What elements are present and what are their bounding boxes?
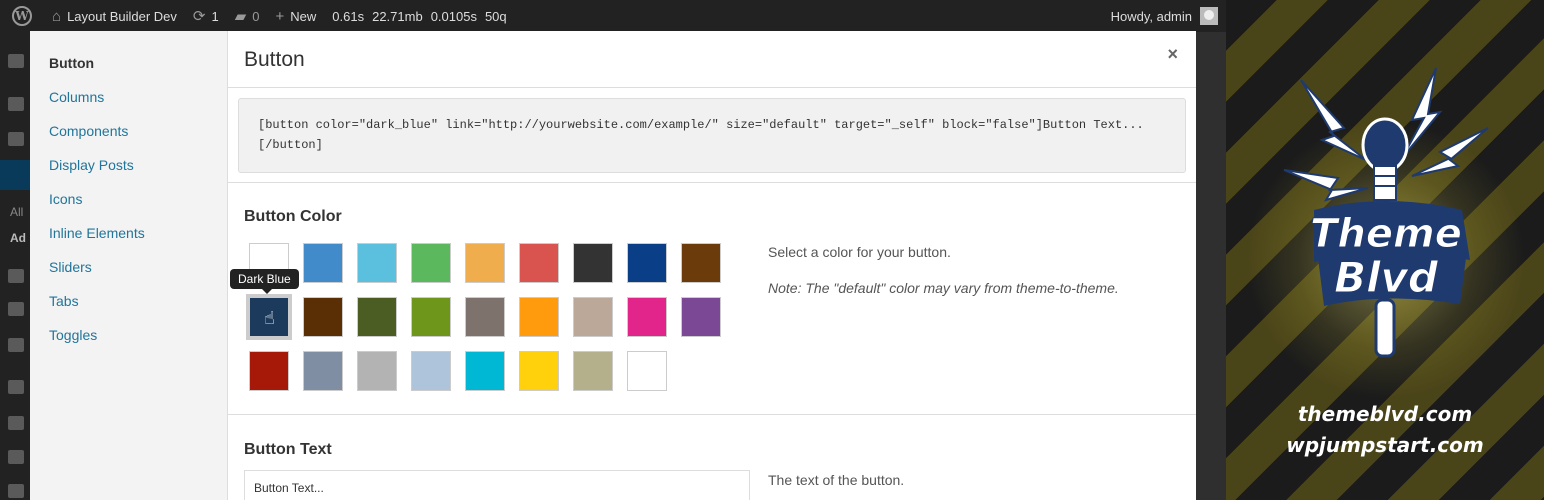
metric-load-time: 0.61s	[332, 8, 365, 24]
comments-link[interactable]: ▰ 0	[227, 0, 268, 32]
new-label: New	[290, 8, 317, 24]
admin-bar: W ⌂ Layout Builder Dev ⟳ 1 ▰ 0 + New 0.6…	[0, 0, 1226, 32]
metric-memory: 22.71mb	[372, 8, 423, 24]
color-swatch[interactable]	[573, 351, 613, 391]
color-note-text: Note: The "default" color may vary from …	[768, 280, 1119, 296]
modal-title: Button	[244, 48, 305, 71]
button-color-label: Button Color	[244, 208, 342, 225]
users-menu-icon[interactable]	[8, 450, 24, 464]
color-swatch[interactable]: Dark Blue ☝	[230, 269, 299, 340]
color-swatch[interactable]	[357, 297, 397, 337]
updates-link[interactable]: ⟳ 1	[185, 0, 227, 32]
nav-inline-elements[interactable]: Inline Elements	[30, 223, 227, 257]
color-swatch[interactable]	[627, 297, 667, 337]
color-tooltip: Dark Blue	[230, 269, 299, 294]
color-swatch[interactable]	[681, 243, 721, 283]
button-text-label: Button Text	[244, 441, 332, 458]
color-swatch[interactable]	[411, 243, 451, 283]
color-swatch[interactable]	[411, 351, 451, 391]
dashboard-icon[interactable]	[8, 54, 24, 68]
comment-icon: ▰	[234, 7, 247, 25]
color-swatch[interactable]	[303, 297, 343, 337]
button-text-section: Button Text The text of the button.	[228, 415, 1196, 500]
modal-gutter	[1196, 32, 1226, 500]
color-swatch[interactable]	[303, 351, 343, 391]
theme-blvd-banner: Theme Blvd themeblvd.com wpjumpstart.com	[1226, 0, 1544, 500]
color-swatch[interactable]	[249, 351, 289, 391]
menu-text-all[interactable]: All	[10, 205, 23, 219]
pin-icon[interactable]	[8, 97, 24, 111]
my-account-link[interactable]: Howdy, admin	[1103, 0, 1226, 32]
color-swatch[interactable]	[465, 243, 505, 283]
color-swatch[interactable]	[357, 243, 397, 283]
shortcode-preview-area: [button color="dark_blue" link="http://y…	[228, 88, 1196, 183]
color-swatch[interactable]	[627, 351, 667, 391]
text-help-text: The text of the button.	[768, 472, 905, 488]
modal-sidebar: Button Columns Components Display Posts …	[30, 31, 228, 500]
home-icon: ⌂	[52, 7, 62, 25]
refresh-icon: ⟳	[192, 7, 206, 25]
brand-site-themeblvd: themeblvd.com	[1297, 402, 1473, 426]
color-swatch[interactable]	[573, 297, 613, 337]
comments-count: 0	[252, 8, 260, 24]
avatar	[1200, 7, 1218, 25]
wordpress-icon: W	[12, 6, 32, 26]
color-swatch[interactable]	[519, 297, 559, 337]
metric-queries: 50q	[484, 8, 507, 24]
color-swatch[interactable]	[519, 243, 559, 283]
color-swatch[interactable]	[303, 243, 343, 283]
color-swatch[interactable]	[465, 297, 505, 337]
debug-metrics[interactable]: 0.61s 22.71mb 0.0105s 50q	[324, 0, 522, 32]
media-icon[interactable]	[8, 132, 24, 146]
color-swatch[interactable]	[573, 243, 613, 283]
color-swatch[interactable]	[357, 351, 397, 391]
shortcode-preview[interactable]: [button color="dark_blue" link="http://y…	[238, 98, 1186, 173]
button-color-section: Button Color Dark Blue ☝ Select a color f…	[228, 183, 1196, 415]
color-swatch[interactable]	[465, 351, 505, 391]
color-swatch[interactable]	[681, 297, 721, 337]
metric-query-time: 0.0105s	[430, 8, 477, 24]
nav-display-posts[interactable]: Display Posts	[30, 155, 227, 189]
site-name-link[interactable]: ⌂ Layout Builder Dev	[44, 0, 185, 32]
tools-icon[interactable]	[8, 484, 24, 498]
shortcode-modal: Button Columns Components Display Posts …	[30, 31, 1196, 500]
new-content-link[interactable]: + New	[268, 0, 325, 32]
nav-components[interactable]: Components	[30, 121, 227, 155]
menu-text-ad[interactable]: Ad	[10, 231, 26, 245]
nav-toggles[interactable]: Toggles	[30, 325, 227, 359]
comments-menu-icon[interactable]	[8, 269, 24, 283]
nav-icons[interactable]: Icons	[30, 189, 227, 223]
nav-sliders[interactable]: Sliders	[30, 257, 227, 291]
admin-menu: All Ad	[0, 32, 30, 500]
nav-columns[interactable]: Columns	[30, 87, 227, 121]
pages-icon[interactable]	[0, 160, 30, 190]
hand-cursor-icon: ☝	[264, 308, 275, 328]
nav-tabs[interactable]: Tabs	[30, 291, 227, 325]
modal-header: Button ×	[228, 31, 1196, 88]
updates-count: 1	[211, 8, 219, 24]
logo-text-blvd: Blvd	[1334, 253, 1439, 302]
close-icon[interactable]: ×	[1167, 44, 1178, 65]
modal-main: Button × [button color="dark_blue" link=…	[228, 31, 1196, 500]
plugins-icon[interactable]	[8, 380, 24, 394]
color-help-text: Select a color for your button.	[768, 244, 951, 260]
color-swatch[interactable]	[627, 243, 667, 283]
button-text-input[interactable]	[244, 470, 750, 500]
brand-site-wpjumpstart: wpjumpstart.com	[1286, 433, 1484, 457]
logo-text-theme: Theme	[1310, 211, 1462, 257]
site-name: Layout Builder Dev	[67, 8, 177, 24]
color-swatch[interactable]	[519, 351, 559, 391]
layout-icon[interactable]	[8, 302, 24, 316]
users-icon[interactable]	[8, 416, 24, 430]
howdy-text: Howdy, admin	[1110, 8, 1192, 24]
wordpress-logo-button[interactable]: W	[0, 0, 44, 32]
appearance-icon[interactable]	[8, 338, 24, 352]
color-swatch[interactable]	[411, 297, 451, 337]
nav-button[interactable]: Button	[30, 53, 227, 87]
plus-icon: +	[275, 7, 285, 25]
